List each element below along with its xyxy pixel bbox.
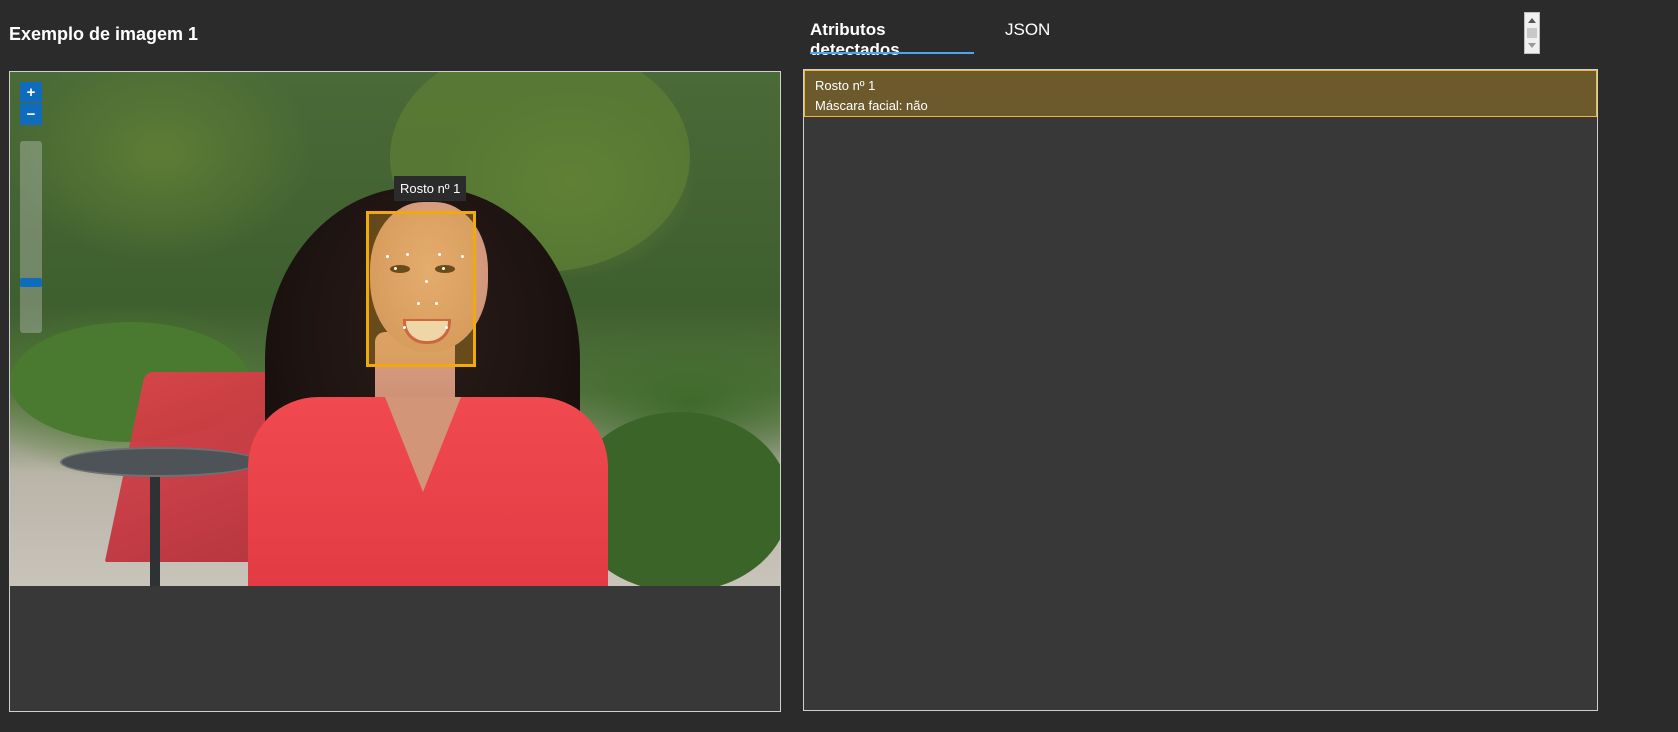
- face-landmark: [445, 326, 448, 329]
- zoom-out-button[interactable]: −: [20, 104, 42, 125]
- face-landmark: [386, 255, 389, 258]
- zoom-slider[interactable]: [20, 141, 42, 333]
- list-item[interactable]: Rosto nº 1 Máscara facial: não: [804, 70, 1597, 117]
- page-title: Exemplo de imagem 1: [9, 24, 199, 44]
- face-landmark: [406, 253, 409, 256]
- active-tab-indicator: [810, 52, 974, 54]
- face-landmark: [403, 326, 406, 329]
- scrollbar[interactable]: [1524, 12, 1540, 54]
- patio-table: [60, 447, 259, 477]
- scroll-up-arrow-icon[interactable]: [1528, 18, 1536, 23]
- face-label: Rosto nº 1: [394, 176, 467, 201]
- scrollbar-thumb[interactable]: [1527, 28, 1537, 38]
- table-leg: [150, 470, 160, 586]
- scroll-down-arrow-icon[interactable]: [1528, 43, 1536, 48]
- face-item-title: Rosto nº 1: [815, 78, 876, 93]
- tab-detected-attributes[interactable]: Atributos detectados: [810, 20, 900, 68]
- image-viewer[interactable]: Rosto nº 1 + −: [9, 71, 781, 712]
- face-landmark: [442, 267, 445, 270]
- face-landmark: [394, 267, 397, 270]
- face-item-attribute: Máscara facial: não: [815, 98, 928, 113]
- zoom-in-button[interactable]: +: [20, 82, 42, 103]
- face-landmark: [425, 280, 428, 283]
- face-landmark: [435, 302, 438, 305]
- results-panel: Rosto nº 1 Máscara facial: não: [803, 69, 1598, 711]
- zoom-slider-thumb[interactable]: [20, 278, 42, 287]
- face-bounding-box[interactable]: [366, 211, 476, 367]
- face-landmark: [417, 302, 420, 305]
- face-landmark: [461, 255, 464, 258]
- tab-json[interactable]: JSON: [1005, 20, 1050, 48]
- face-landmark: [438, 253, 441, 256]
- sample-photo: Rosto nº 1: [10, 72, 780, 586]
- shirt-neckline: [385, 397, 461, 492]
